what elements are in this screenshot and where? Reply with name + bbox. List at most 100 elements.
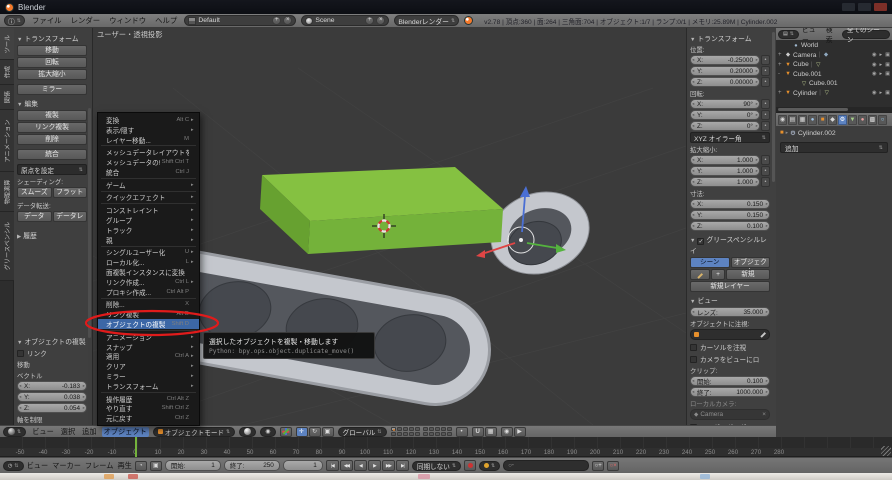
visibility-eye-icon[interactable]: ◉ — [872, 71, 877, 77]
panel-header-view[interactable]: ▼ビュー — [690, 295, 770, 305]
context-menu-item[interactable]: コンストレイント▸ — [98, 205, 199, 215]
delete-keyframe-button[interactable]: ○× — [607, 461, 619, 471]
timeline-resize-grip[interactable] — [881, 446, 891, 456]
layer-cell[interactable] — [441, 427, 446, 431]
renderability-icon[interactable]: ▣ — [885, 71, 890, 77]
auto-keyframe-button[interactable] — [464, 460, 476, 471]
location-z-field[interactable]: Z:0.00000 — [690, 77, 760, 87]
mirror-button[interactable]: ミラー — [17, 84, 87, 95]
scale-y-field[interactable]: Y:1.000 — [690, 166, 760, 176]
jump-to-end-button[interactable]: ▶| — [396, 460, 409, 471]
maximize-button[interactable] — [858, 3, 871, 11]
insert-keyframe-button[interactable]: ○+ — [592, 461, 604, 471]
context-menu-item[interactable]: ゲーム▸ — [98, 180, 199, 190]
properties-tab-scene[interactable]: ▦ — [798, 115, 807, 125]
jump-to-start-button[interactable]: |◀ — [326, 460, 339, 471]
layer-cell[interactable] — [403, 427, 408, 431]
local-camera-field[interactable]: ◆Camera× — [690, 409, 770, 420]
context-menu-item[interactable]: 面複製インスタンスに変換 — [98, 267, 199, 277]
panel-header-duplicate-objects[interactable]: ▼オブジェクトの複製 — [17, 336, 87, 346]
layer-cell[interactable] — [429, 432, 434, 436]
snap-element-dropdown[interactable]: ▦ — [485, 427, 497, 437]
properties-tab-material[interactable]: ● — [858, 115, 867, 125]
render-opengl-anim-button[interactable]: ▶ — [514, 427, 526, 437]
properties-tab-texture[interactable]: ▩ — [868, 115, 877, 125]
manipulator-axes-button[interactable] — [280, 427, 292, 437]
properties-tab-object[interactable]: ■ — [818, 115, 827, 125]
transfer-data-layout-button[interactable]: データレ — [53, 211, 88, 222]
delete-button[interactable]: 削除 — [17, 134, 87, 145]
lock-object-field[interactable] — [690, 329, 770, 340]
view3d-menu-選択[interactable]: 選択 — [59, 427, 77, 437]
rotate-button[interactable]: 回転 — [17, 57, 87, 68]
pivot-dropdown[interactable]: ◉ — [260, 427, 275, 437]
selectability-icon[interactable]: ▸ — [879, 71, 882, 77]
properties-tab-constraints[interactable]: ◆ — [828, 115, 837, 125]
vector-y-field[interactable]: Y:0.038 — [17, 392, 87, 402]
context-menu-item[interactable]: ローカル化...L▸ — [98, 257, 199, 267]
selectability-icon[interactable]: ▸ — [879, 62, 882, 68]
duplicate-linked-button[interactable]: リンク複製 — [17, 122, 87, 133]
scale-x-field[interactable]: X:1.000 — [690, 155, 760, 165]
gp-new-button[interactable]: 新規 — [726, 269, 770, 280]
lock-icon[interactable]: • — [761, 110, 770, 120]
context-menu-item[interactable]: プロキシ作成...Ctrl Alt P — [98, 287, 199, 297]
toolshelf-tab[interactable]: アニメーション — [0, 110, 14, 172]
lens-field[interactable]: レンズ:35.000 — [690, 307, 770, 317]
properties-tab-data[interactable]: ▼ — [848, 115, 857, 125]
properties-tab-render[interactable]: ◉ — [778, 115, 787, 125]
context-menu-item[interactable]: オブジェクトの複製Shift D — [98, 319, 199, 329]
camera-to-view-checkbox[interactable] — [690, 356, 697, 363]
eyedropper-icon[interactable] — [760, 332, 765, 337]
clip-end-field[interactable]: 終了:1000.000 — [690, 387, 770, 397]
taskbar-item[interactable] — [104, 474, 114, 479]
view3d-menu-オブジェクト[interactable]: オブジェクト — [102, 427, 149, 437]
screen-layout-selector[interactable]: Default + × — [184, 15, 296, 26]
render-engine-selector[interactable]: Blenderレンダー⇅ — [394, 15, 459, 26]
toolshelf-tab[interactable]: 物理演算 — [0, 172, 14, 212]
minimize-button[interactable] — [842, 3, 855, 11]
context-menu-item[interactable]: クリア▸ — [98, 361, 199, 371]
properties-tab-physics[interactable]: ○ — [878, 115, 887, 125]
context-menu-item[interactable]: 元に戻すCtrl Z — [98, 413, 199, 423]
topbar-menu-2[interactable]: ウィンドウ — [107, 15, 148, 26]
shade-smooth-button[interactable]: スムーズ — [17, 187, 52, 198]
visibility-eye-icon[interactable]: ◉ — [872, 52, 877, 58]
layer-cell[interactable] — [391, 427, 396, 431]
linked-checkbox[interactable] — [17, 350, 24, 357]
timeline-menu[interactable]: ビュー — [27, 461, 49, 471]
lock-cursor-checkbox[interactable] — [690, 344, 697, 351]
prev-keyframe-button[interactable]: ◀◀ — [340, 460, 353, 471]
context-menu-item[interactable]: 親▸ — [98, 235, 199, 245]
layer-cell[interactable] — [447, 432, 452, 436]
visibility-eye-icon[interactable]: ◉ — [872, 62, 877, 68]
panel-header-transform[interactable]: ▼トランスフォーム — [17, 33, 87, 43]
renderability-icon[interactable]: ▣ — [885, 52, 890, 58]
location-x-field[interactable]: X:-0.25000 — [690, 55, 760, 65]
dimensions-x-field[interactable]: X:0.150 — [690, 199, 770, 209]
render-opengl-button[interactable]: ◉ — [501, 427, 513, 437]
taskbar-item[interactable] — [700, 474, 710, 479]
layer-cell[interactable] — [429, 427, 434, 431]
lock-icon[interactable]: • — [761, 155, 770, 165]
toolshelf-tab[interactable]: 関係 — [0, 85, 14, 110]
clip-start-field[interactable]: 開始:0.100 — [690, 376, 770, 386]
scene-selector[interactable]: Scene + × — [301, 15, 389, 26]
context-menu-item[interactable]: スナップ▸ — [98, 342, 199, 352]
context-menu-item[interactable]: トラック▸ — [98, 225, 199, 235]
layer-cell[interactable] — [415, 427, 420, 431]
properties-tab-world[interactable]: ● — [808, 115, 817, 125]
gp-add-button[interactable]: + — [711, 269, 725, 280]
scale-button[interactable]: 拡大縮小 — [17, 69, 87, 80]
lock-icon[interactable]: • — [761, 99, 770, 109]
rotation-x-field[interactable]: X:90° — [690, 99, 760, 109]
frame-end-field[interactable]: 終了:250 — [224, 460, 280, 471]
play-reverse-button[interactable]: ◀ — [354, 460, 367, 471]
context-menu-item[interactable]: クイックエフェクト▸ — [98, 193, 199, 203]
layer-cell[interactable] — [435, 427, 440, 431]
visibility-eye-icon[interactable]: ◉ — [872, 90, 877, 96]
snap-magnet-button[interactable]: U — [472, 427, 484, 437]
orientation-dropdown[interactable]: グローバル⇅ — [338, 427, 387, 437]
topbar-menu-1[interactable]: レンダー — [69, 15, 103, 26]
timeline-menu[interactable]: マーカー — [52, 461, 81, 471]
